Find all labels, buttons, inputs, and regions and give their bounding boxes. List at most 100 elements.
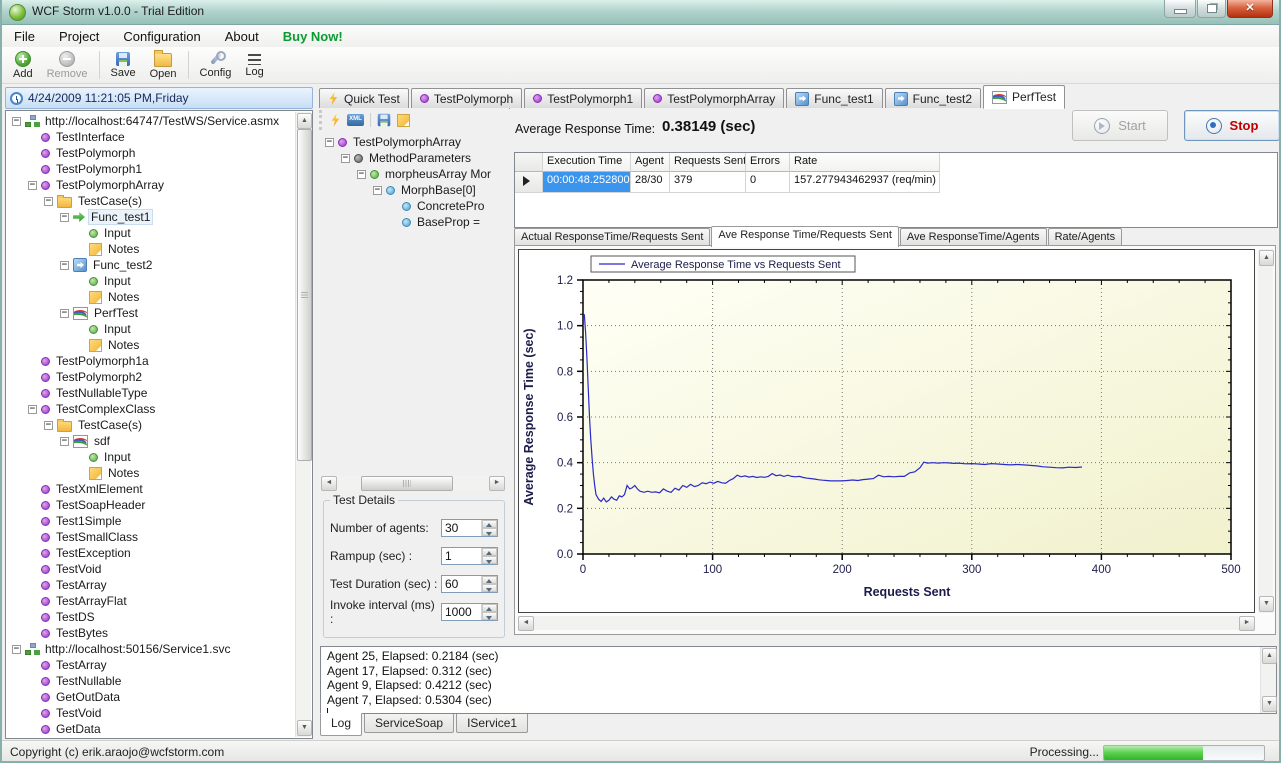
tree-item[interactable]: Test1Simple bbox=[8, 513, 294, 529]
tree-item[interactable]: Input bbox=[8, 321, 294, 337]
spin-down-icon[interactable] bbox=[482, 556, 497, 564]
chart-tab-actual-responsetime-requests-sent[interactable]: Actual ResponseTime/Requests Sent bbox=[514, 228, 710, 246]
scroll-left-icon[interactable]: ◄ bbox=[321, 476, 337, 491]
tree-item[interactable]: −TestCase(s) bbox=[8, 417, 294, 433]
tab-testpolymorph1[interactable]: TestPolymorph1 bbox=[524, 88, 642, 108]
tab-testpolymorph[interactable]: TestPolymorph bbox=[411, 88, 522, 108]
tree-item[interactable]: −http://localhost:64747/TestWS/Service.a… bbox=[8, 113, 294, 129]
grid-cell[interactable]: 28/30 bbox=[631, 172, 670, 193]
numeric-input[interactable]: 60 bbox=[441, 575, 498, 593]
tree-item[interactable]: Input bbox=[8, 225, 294, 241]
tree-item[interactable]: TestDS bbox=[8, 609, 294, 625]
field-value[interactable]: 1000 bbox=[442, 604, 481, 620]
tree-vscrollbar[interactable]: ▲ ▼ bbox=[295, 112, 311, 737]
bottom-tab-iservice1[interactable]: IService1 bbox=[456, 714, 528, 733]
tree-item[interactable]: −morpheusArray Mor bbox=[321, 166, 507, 182]
tree-item[interactable]: GetData bbox=[8, 721, 294, 736]
tree-item[interactable]: −sdf bbox=[8, 433, 294, 449]
expand-toggle-icon[interactable]: − bbox=[12, 645, 21, 654]
scroll-up-icon[interactable]: ▲ bbox=[297, 113, 312, 129]
spin-up-icon[interactable] bbox=[482, 576, 497, 584]
spin-up-icon[interactable] bbox=[482, 604, 497, 612]
tree-item[interactable]: BaseProp = bbox=[321, 214, 507, 230]
menu-configuration[interactable]: Configuration bbox=[111, 26, 212, 47]
chart-hscrollbar[interactable]: ◄ ► bbox=[518, 616, 1255, 630]
menu-file[interactable]: File bbox=[2, 26, 47, 47]
grid-data-row[interactable]: 00:00:48.252800028/303790157.27794346293… bbox=[515, 172, 1277, 193]
tree-item[interactable]: TestArrayFlat bbox=[8, 593, 294, 609]
spin-up-icon[interactable] bbox=[482, 548, 497, 556]
tree-item[interactable]: TestInterface bbox=[8, 129, 294, 145]
expand-toggle-icon[interactable]: − bbox=[60, 309, 69, 318]
field-value[interactable]: 30 bbox=[442, 520, 481, 536]
tree-item[interactable]: TestSmallClass bbox=[8, 529, 294, 545]
tree-item[interactable]: TestVoid bbox=[8, 705, 294, 721]
expand-toggle-icon[interactable]: − bbox=[28, 181, 37, 190]
field-value[interactable]: 1 bbox=[442, 548, 481, 564]
tab-perftest[interactable]: PerfTest bbox=[983, 85, 1065, 109]
save-small-icon[interactable] bbox=[378, 114, 391, 127]
grid-cell[interactable]: 0 bbox=[746, 172, 790, 193]
tree-item[interactable]: Notes bbox=[8, 465, 294, 481]
grid-cell[interactable]: 379 bbox=[670, 172, 746, 193]
scroll-up-icon[interactable]: ▲ bbox=[1259, 250, 1274, 266]
chart-tab-ave-response-time-requests-sent[interactable]: Ave Response Time/Requests Sent bbox=[711, 226, 898, 247]
scroll-left-icon[interactable]: ◄ bbox=[518, 616, 534, 631]
grid-cell[interactable]: 157.277943462937 (req/min) bbox=[790, 172, 940, 193]
bottom-tab-servicesoap[interactable]: ServiceSoap bbox=[364, 714, 454, 733]
xml-icon[interactable] bbox=[347, 114, 364, 126]
expand-toggle-icon[interactable]: − bbox=[60, 437, 69, 446]
tree-item[interactable]: GetOutData bbox=[8, 689, 294, 705]
tree-item[interactable]: TestXmlElement bbox=[8, 481, 294, 497]
tree-item[interactable]: −Func_test2 bbox=[8, 257, 294, 273]
scroll-thumb[interactable] bbox=[361, 476, 453, 491]
scroll-down-icon[interactable]: ▼ bbox=[1262, 696, 1277, 712]
scroll-thumb[interactable] bbox=[297, 129, 312, 461]
tree-item[interactable]: TestVoid bbox=[8, 561, 294, 577]
tree-item[interactable]: TestNullable bbox=[8, 673, 294, 689]
tree-item[interactable]: TestException bbox=[8, 545, 294, 561]
numeric-input[interactable]: 1000 bbox=[441, 603, 498, 621]
tree-item[interactable]: −MorphBase[0] bbox=[321, 182, 507, 198]
tab-func-test1[interactable]: Func_test1 bbox=[786, 88, 882, 108]
column-header-rate[interactable]: Rate bbox=[790, 153, 940, 172]
tree-item[interactable]: Input bbox=[8, 449, 294, 465]
log-button[interactable]: Log bbox=[238, 47, 270, 83]
tree-item[interactable]: TestSoapHeader bbox=[8, 497, 294, 513]
tree-item[interactable]: −TestPolymorphArray bbox=[321, 134, 507, 150]
save-button[interactable]: Save bbox=[104, 47, 143, 83]
start-button[interactable]: Start bbox=[1072, 110, 1168, 141]
scroll-down-icon[interactable]: ▼ bbox=[297, 720, 312, 736]
minimize-button[interactable] bbox=[1164, 0, 1196, 18]
config-button[interactable]: Config bbox=[193, 47, 239, 83]
tree-item[interactable]: −TestCase(s) bbox=[8, 193, 294, 209]
tree-item[interactable]: −Func_test1 bbox=[8, 209, 294, 225]
tree-item[interactable]: −TestPolymorphArray bbox=[8, 177, 294, 193]
add-button[interactable]: Add bbox=[6, 47, 40, 83]
grid-cell[interactable]: 00:00:48.2528000 bbox=[543, 172, 631, 193]
close-button[interactable]: ✕ bbox=[1227, 0, 1273, 18]
results-grid[interactable]: Execution TimeAgentRequests SentErrorsRa… bbox=[514, 152, 1278, 228]
expand-toggle-icon[interactable]: − bbox=[28, 405, 37, 414]
tree-item[interactable]: −http://localhost:50156/Service1.svc bbox=[8, 641, 294, 657]
tree-item[interactable]: −MethodParameters bbox=[321, 150, 507, 166]
scroll-right-icon[interactable]: ► bbox=[489, 476, 505, 491]
run-icon[interactable] bbox=[330, 114, 341, 127]
tree-item[interactable]: Notes bbox=[8, 241, 294, 257]
log-vscrollbar[interactable]: ▲ ▼ bbox=[1260, 647, 1276, 713]
title-bar[interactable]: WCF Storm v1.0.0 - Trial Edition ✕ bbox=[2, 0, 1279, 25]
spin-down-icon[interactable] bbox=[482, 584, 497, 592]
tree-item[interactable]: Notes bbox=[8, 337, 294, 353]
scroll-right-icon[interactable]: ► bbox=[1239, 616, 1255, 631]
expand-toggle-icon[interactable]: − bbox=[341, 154, 350, 163]
log-output[interactable]: Agent 25, Elapsed: 0.2184 (sec)Agent 17,… bbox=[320, 646, 1277, 714]
scroll-down-icon[interactable]: ▼ bbox=[1259, 596, 1274, 612]
expand-toggle-icon[interactable]: − bbox=[373, 186, 382, 195]
tree-item[interactable]: Notes bbox=[8, 289, 294, 305]
row-selector[interactable] bbox=[515, 172, 543, 193]
tree-item[interactable]: ConcretePro bbox=[321, 198, 507, 214]
expand-toggle-icon[interactable]: − bbox=[357, 170, 366, 179]
field-value[interactable]: 60 bbox=[442, 576, 481, 592]
stop-button[interactable]: Stop bbox=[1184, 110, 1280, 141]
column-header-requests-sent[interactable]: Requests Sent bbox=[670, 153, 746, 172]
